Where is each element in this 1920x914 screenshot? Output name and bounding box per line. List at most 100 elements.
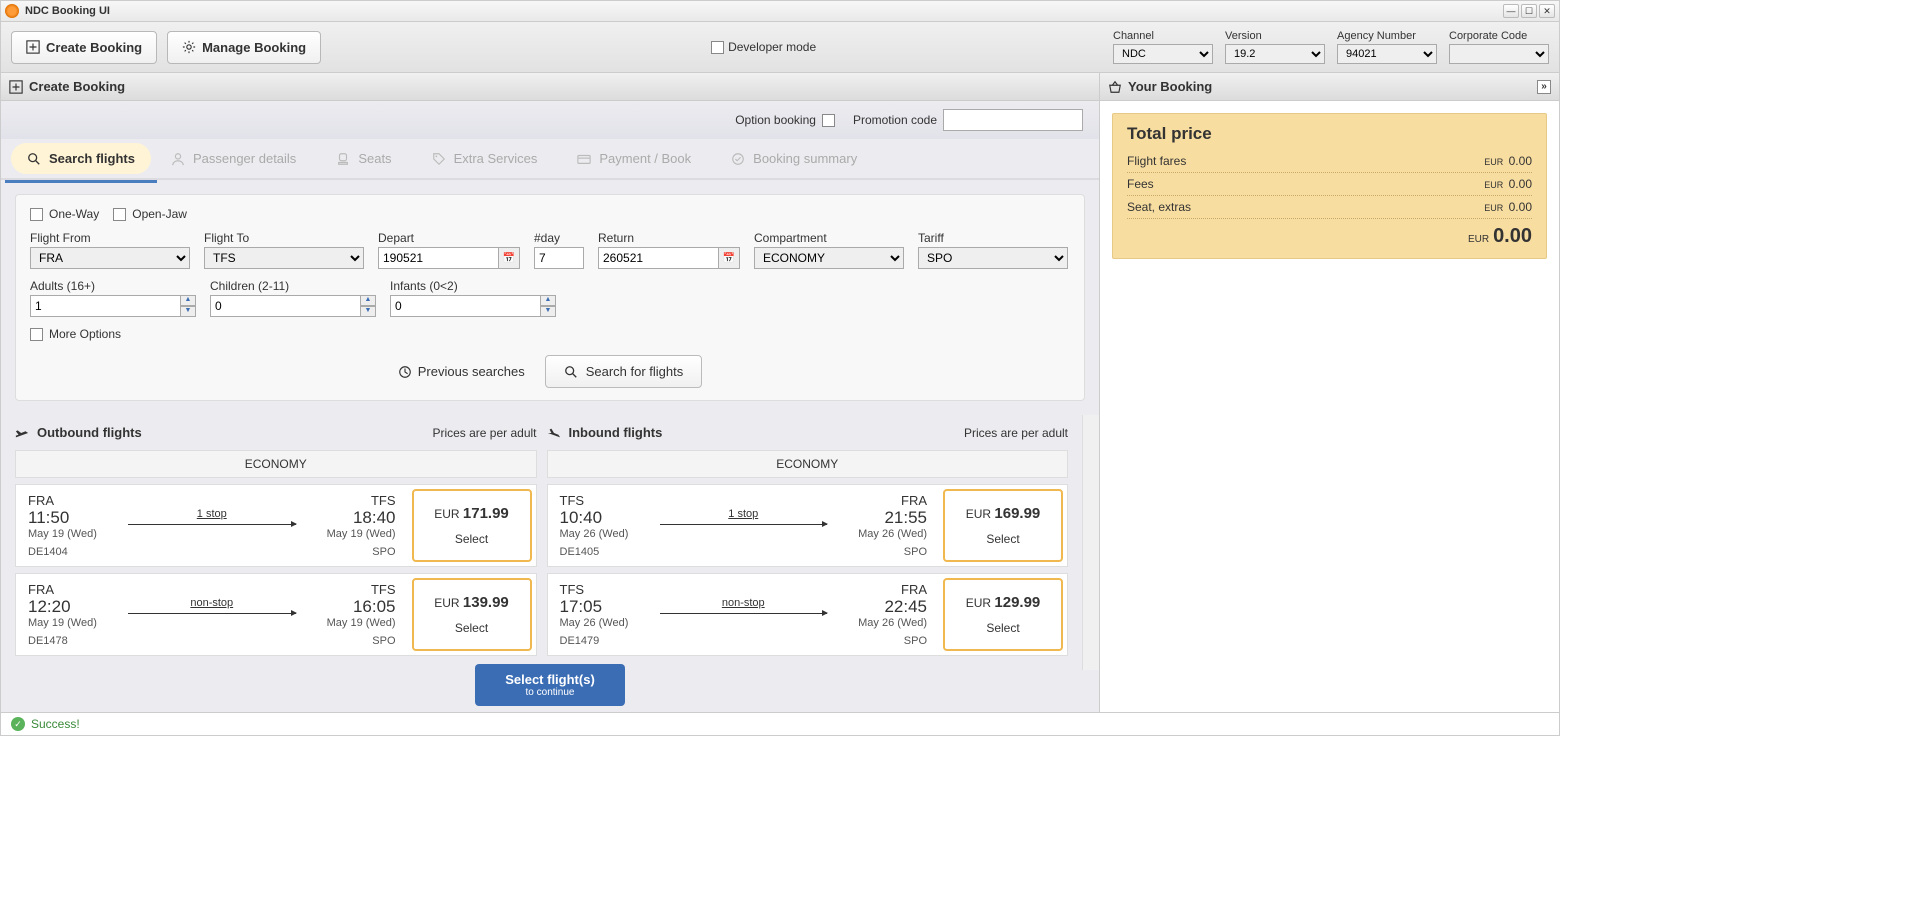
maximize-icon[interactable]: ☐ <box>1521 4 1537 18</box>
price-select-button[interactable]: EUR 169.99 Select <box>943 489 1063 562</box>
compartment-select[interactable]: ECONOMY <box>754 247 904 269</box>
stops-link[interactable]: non-stop <box>722 597 765 609</box>
total-amount: EUR 0.00 <box>1127 219 1532 248</box>
openjaw-checkbox[interactable]: Open-Jaw <box>113 207 187 221</box>
total-price-heading: Total price <box>1127 124 1532 144</box>
create-booking-button[interactable]: Create Booking <box>11 31 157 64</box>
environment-fields: Channel NDC Version 19.2 Agency Number 9… <box>1113 30 1549 64</box>
adults-input[interactable] <box>30 295 180 317</box>
checkbox-icon <box>711 41 724 54</box>
tariff-code: SPO <box>904 546 927 558</box>
clock-icon <box>398 365 412 379</box>
window-title: NDC Booking UI <box>25 5 110 17</box>
seat-icon <box>336 152 350 166</box>
close-icon[interactable]: ✕ <box>1539 4 1555 18</box>
tab-passenger-details[interactable]: Passenger details <box>151 139 316 178</box>
check-circle-icon <box>731 152 745 166</box>
select-flights-button[interactable]: Select flight(s) to continue <box>475 664 625 706</box>
days-input[interactable] <box>534 247 584 269</box>
arrow-icon <box>660 613 828 614</box>
channel-field: Channel NDC <box>1113 30 1213 64</box>
main-panel: Create Booking Option booking Promotion … <box>1 73 1099 712</box>
minimize-icon[interactable]: — <box>1503 4 1519 18</box>
window-titlebar: NDC Booking UI — ☐ ✕ <box>0 0 1560 22</box>
flight-card: TFS17:05May 26 (Wed) non-stop FRA22:45Ma… <box>547 573 1069 656</box>
price-select-button[interactable]: EUR 129.99 Select <box>943 578 1063 651</box>
search-flights-button[interactable]: Search for flights <box>545 355 703 388</box>
depart-input[interactable] <box>378 247 498 269</box>
your-booking-header: Your Booking » <box>1100 73 1559 101</box>
price-line: Flight faresEUR 0.00 <box>1127 150 1532 173</box>
calendar-icon[interactable]: 📅 <box>718 247 740 269</box>
tab-search-flights[interactable]: Search flights <box>11 143 151 174</box>
spin-down-icon[interactable]: ▼ <box>540 306 556 317</box>
flight-card: TFS10:40May 26 (Wed) 1 stop FRA21:55May … <box>547 484 1069 567</box>
promo-code-field: Promotion code <box>853 109 1083 131</box>
expand-panel-icon[interactable]: » <box>1537 80 1551 94</box>
plus-box-icon <box>9 80 23 94</box>
agency-select[interactable]: 94021 <box>1337 44 1437 64</box>
tab-summary[interactable]: Booking summary <box>711 139 877 178</box>
checkbox-icon <box>822 114 835 127</box>
corporate-field: Corporate Code <box>1449 30 1549 64</box>
stops-link[interactable]: 1 stop <box>728 508 758 520</box>
spin-down-icon[interactable]: ▼ <box>180 306 196 317</box>
channel-select[interactable]: NDC <box>1113 44 1213 64</box>
oneway-checkbox[interactable]: One-Way <box>30 207 99 221</box>
version-field: Version 19.2 <box>1225 30 1325 64</box>
booking-panel: Your Booking » Total price Flight faresE… <box>1099 73 1559 712</box>
price-line: Seat, extrasEUR 0.00 <box>1127 196 1532 219</box>
corporate-select[interactable] <box>1449 44 1549 64</box>
flight-to-select[interactable]: TFS <box>204 247 364 269</box>
plane-arrive-icon <box>547 426 561 440</box>
infants-input[interactable] <box>390 295 540 317</box>
status-bar: ✓ Success! <box>0 713 1560 736</box>
arrow-icon <box>128 524 296 525</box>
booking-tabs: Search flights Passenger details Seats E… <box>1 139 1099 180</box>
tariff-code: SPO <box>372 635 395 647</box>
user-icon <box>171 152 185 166</box>
cabin-header: ECONOMY <box>15 450 537 478</box>
flight-number: DE1478 <box>28 635 68 647</box>
spin-up-icon[interactable]: ▲ <box>360 295 376 306</box>
plane-depart-icon <box>15 426 29 440</box>
calendar-icon[interactable]: 📅 <box>498 247 520 269</box>
tab-seats[interactable]: Seats <box>316 139 411 178</box>
arrow-icon <box>660 524 828 525</box>
stops-link[interactable]: non-stop <box>190 597 233 609</box>
inbound-column: Inbound flights Prices are per adult ECO… <box>547 415 1069 656</box>
spin-up-icon[interactable]: ▲ <box>540 295 556 306</box>
spin-down-icon[interactable]: ▼ <box>360 306 376 317</box>
agency-field: Agency Number 94021 <box>1337 30 1437 64</box>
vertical-scrollbar[interactable] <box>1082 415 1099 670</box>
tag-icon <box>432 152 446 166</box>
children-input[interactable] <box>210 295 360 317</box>
flight-card: FRA12:20May 19 (Wed) non-stop TFS16:05Ma… <box>15 573 537 656</box>
plus-box-icon <box>26 40 40 54</box>
price-select-button[interactable]: EUR 139.99 Select <box>412 578 532 651</box>
tab-extra-services[interactable]: Extra Services <box>412 139 558 178</box>
success-icon: ✓ <box>11 717 25 731</box>
promo-code-input[interactable] <box>943 109 1083 131</box>
price-select-button[interactable]: EUR 171.99 Select <box>412 489 532 562</box>
app-icon <box>5 4 19 18</box>
return-input[interactable] <box>598 247 718 269</box>
window-controls: — ☐ ✕ <box>1503 4 1555 18</box>
tariff-select[interactable]: SPO <box>918 247 1068 269</box>
version-select[interactable]: 19.2 <box>1225 44 1325 64</box>
spin-up-icon[interactable]: ▲ <box>180 295 196 306</box>
create-booking-header: Create Booking <box>1 73 1099 101</box>
stops-link[interactable]: 1 stop <box>197 508 227 520</box>
total-price-panel: Total price Flight faresEUR 0.00FeesEUR … <box>1112 113 1547 259</box>
basket-icon <box>1108 80 1122 94</box>
manage-booking-button[interactable]: Manage Booking <box>167 31 321 64</box>
checkbox-icon <box>113 208 126 221</box>
search-icon <box>27 152 41 166</box>
tab-payment[interactable]: Payment / Book <box>557 139 711 178</box>
flight-from-select[interactable]: FRA <box>30 247 190 269</box>
developer-mode-checkbox[interactable]: Developer mode <box>711 40 816 54</box>
more-options-checkbox[interactable]: More Options <box>30 327 121 341</box>
option-booking-checkbox[interactable]: Option booking <box>735 113 835 127</box>
main-toolbar: Create Booking Manage Booking Developer … <box>0 22 1560 73</box>
previous-searches-link[interactable]: Previous searches <box>398 355 525 388</box>
